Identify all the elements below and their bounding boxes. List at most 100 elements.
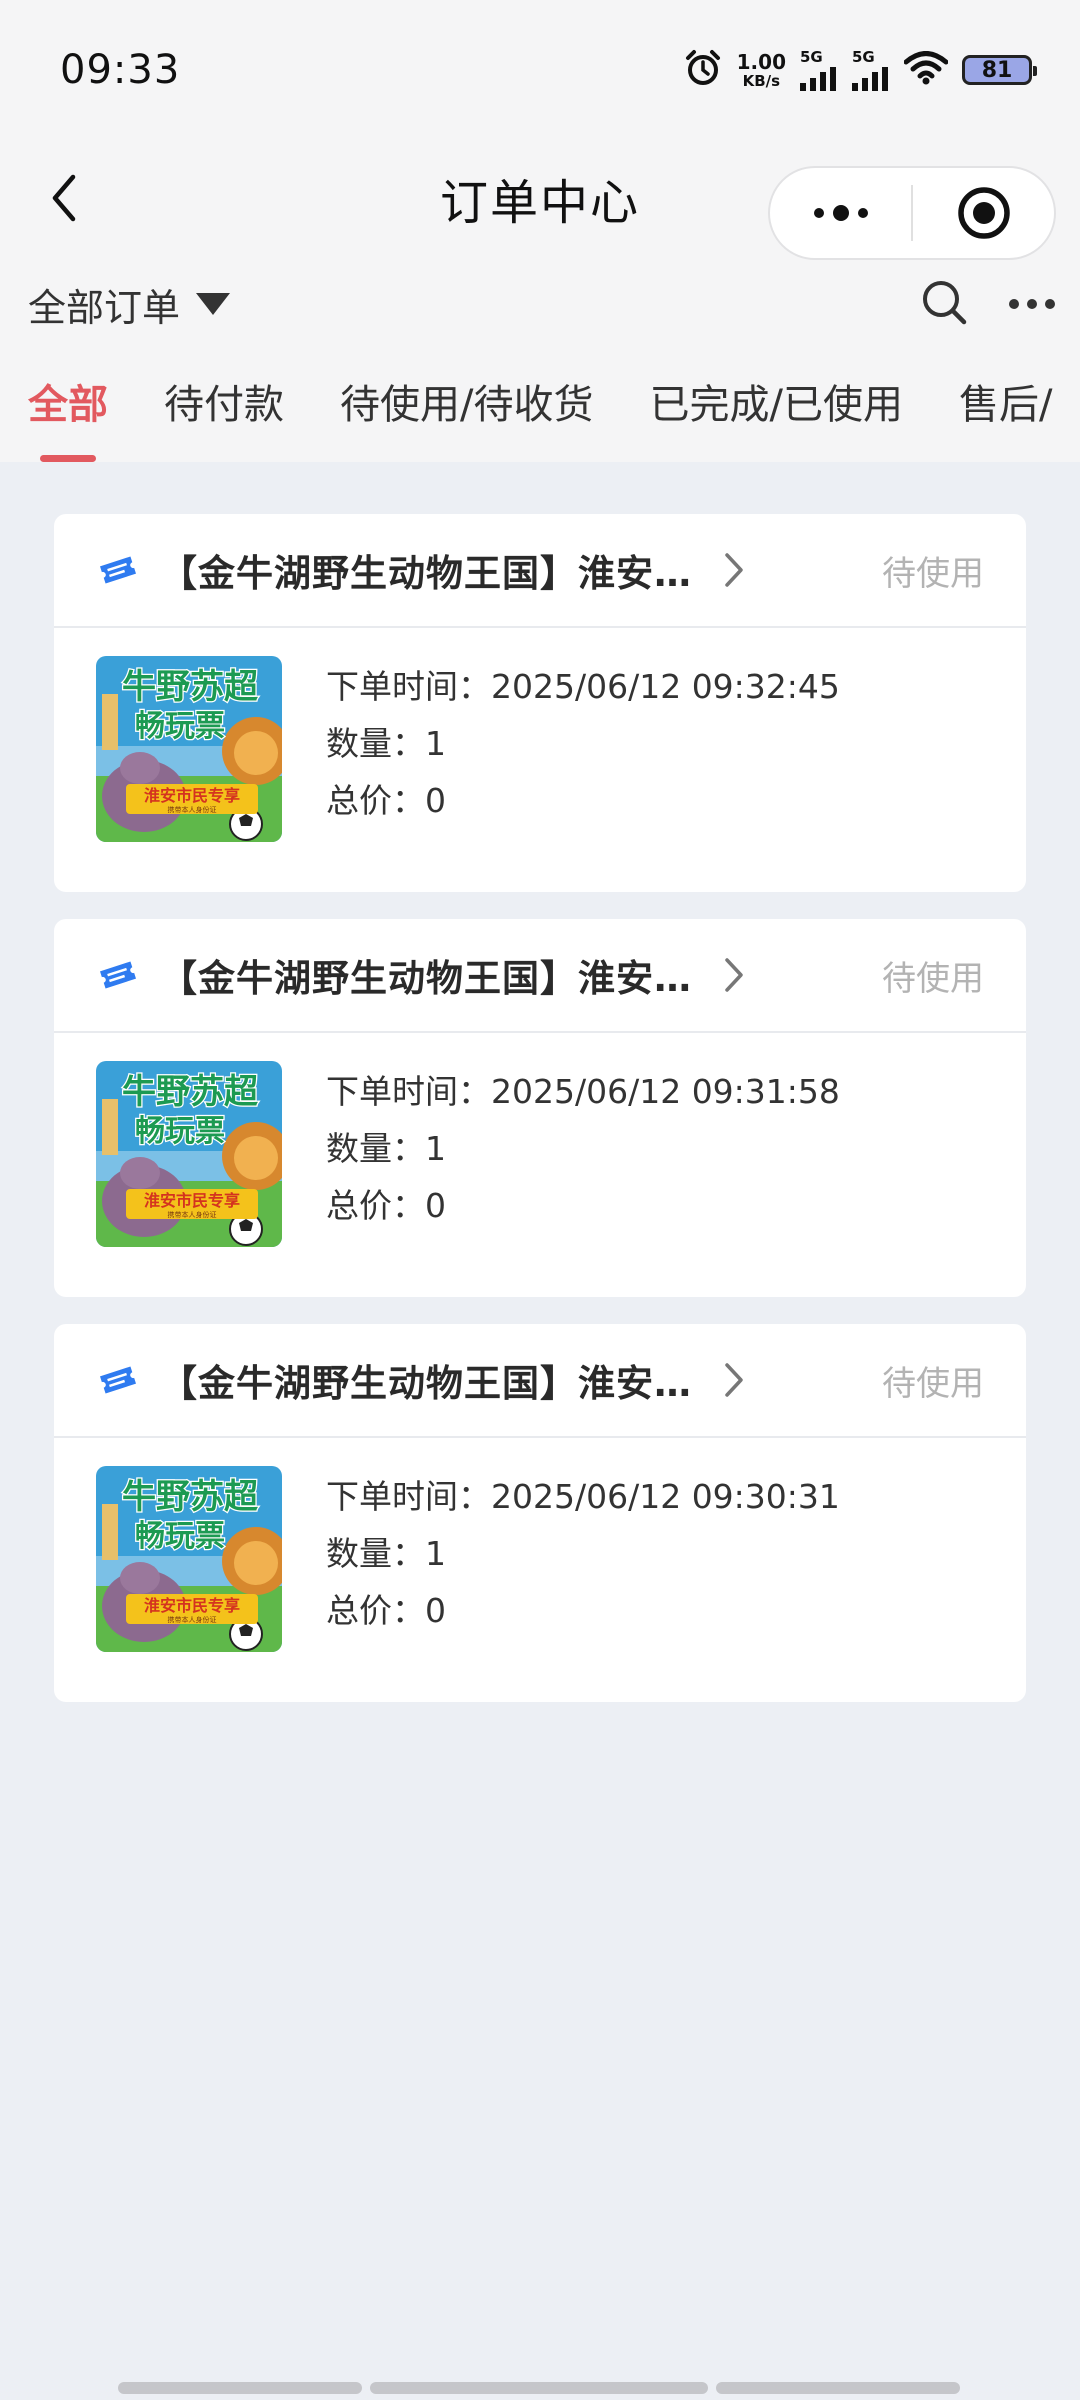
tab-pending-use[interactable]: 待使用/待收货	[340, 352, 593, 462]
order-total-row: 总价：0	[326, 772, 840, 829]
home-indicator-segment	[716, 2382, 960, 2394]
top-area: 09:33 1.00 KB/s 5G 5G 81 订单中心 全部订单 全部 待付…	[0, 0, 1080, 462]
product-thumbnail: 淮安市民专享 携带本人身份证 牛野苏超 畅玩票	[96, 1466, 282, 1652]
more-options-button[interactable]	[1008, 295, 1056, 314]
thumbnail-title-line2: 畅玩票	[135, 709, 225, 744]
network-speed: 1.00 KB/s	[737, 52, 786, 89]
order-status: 待使用	[882, 553, 984, 594]
thumbnail-title-line1: 牛野苏超	[122, 1477, 259, 1517]
order-time-row: 下单时间：2025/06/12 09:31:58	[326, 1063, 840, 1120]
thumbnail-banner-text: 淮安市民专享	[144, 786, 240, 805]
thumbnail-subtext: 携带本人身份证	[168, 1615, 217, 1624]
sim2-signal: 5G	[852, 47, 890, 91]
order-total-value: 0	[425, 781, 446, 820]
order-total-value: 0	[425, 1591, 446, 1630]
order-quantity-value: 1	[425, 724, 446, 763]
order-title: 【金牛湖野生动物王国】淮安市民专享	[160, 957, 706, 1000]
order-filter-dropdown[interactable]: 全部订单	[28, 277, 232, 332]
order-quantity-row: 数量：1	[326, 1525, 840, 1582]
home-indicator-segment	[370, 2382, 708, 2394]
search-icon	[923, 281, 967, 325]
sim1-signal: 5G	[800, 47, 838, 91]
status-time: 09:33	[60, 47, 181, 93]
filter-row: 全部订单	[0, 256, 1080, 352]
chevron-right-icon	[724, 550, 760, 590]
order-status: 待使用	[882, 1363, 984, 1404]
close-mini-program-button[interactable]	[913, 168, 1054, 258]
order-info: 下单时间：2025/06/12 09:30:31 数量：1 总价：0	[326, 1466, 840, 1652]
sim2-label: 5G	[852, 47, 875, 66]
battery-indicator: 81	[962, 55, 1037, 85]
signal-bars-icon	[800, 66, 836, 91]
order-card[interactable]: 【金牛湖野生动物王国】淮安市民专享 待使用	[54, 514, 1026, 892]
tab-pending-payment[interactable]: 待付款	[164, 352, 284, 462]
tab-completed[interactable]: 已完成/已使用	[649, 352, 902, 462]
ticket-icon	[96, 547, 142, 593]
order-time-row: 下单时间：2025/06/12 09:32:45	[326, 658, 840, 715]
record-target-icon	[957, 187, 1010, 239]
search-button[interactable]	[920, 278, 968, 330]
order-card[interactable]: 【金牛湖野生动物王国】淮安市民专享 待使用	[54, 1324, 1026, 1702]
order-total-label: 总价：	[326, 781, 425, 820]
order-total-row: 总价：0	[326, 1177, 840, 1234]
thumbnail-title-line2: 畅玩票	[135, 1114, 225, 1149]
ticket-icon	[96, 952, 142, 998]
order-card-body: 淮安市民专享 携带本人身份证 牛野苏超 畅玩票 下单时间：2025/06/12 …	[54, 1438, 1026, 1680]
more-dots-icon	[813, 205, 868, 221]
tab-after-sales[interactable]: 售后/	[959, 352, 1052, 462]
order-quantity-value: 1	[425, 1129, 446, 1168]
order-time-label: 下单时间：	[326, 1477, 491, 1516]
order-time-value: 2025/06/12 09:31:58	[491, 1072, 840, 1111]
order-quantity-label: 数量：	[326, 1129, 425, 1168]
order-info: 下单时间：2025/06/12 09:31:58 数量：1 总价：0	[326, 1061, 840, 1247]
nav-bar: 订单中心	[0, 140, 1080, 260]
back-button[interactable]	[36, 170, 92, 226]
order-quantity-label: 数量：	[326, 724, 425, 763]
wifi-icon	[903, 51, 949, 89]
order-card-header[interactable]: 【金牛湖野生动物王国】淮安市民专享 待使用	[54, 919, 1026, 1033]
order-title: 【金牛湖野生动物王国】淮安市民专享	[160, 552, 706, 595]
ellipsis-icon	[1009, 298, 1055, 309]
thumbnail-banner-text: 淮安市民专享	[144, 1191, 240, 1210]
order-card-body: 淮安市民专享 携带本人身份证 牛野苏超 畅玩票 下单时间：2025/06/12 …	[54, 628, 1026, 870]
order-card-header[interactable]: 【金牛湖野生动物王国】淮安市民专享 待使用	[54, 1324, 1026, 1438]
order-total-value: 0	[425, 1186, 446, 1225]
order-card[interactable]: 【金牛湖野生动物王国】淮安市民专享 待使用	[54, 919, 1026, 1297]
order-total-label: 总价：	[326, 1591, 425, 1630]
triangle-down-icon	[196, 293, 231, 315]
order-time-row: 下单时间：2025/06/12 09:30:31	[326, 1468, 840, 1525]
order-card-body: 淮安市民专享 携带本人身份证 牛野苏超 畅玩票 下单时间：2025/06/12 …	[54, 1033, 1026, 1275]
order-time-value: 2025/06/12 09:30:31	[491, 1477, 840, 1516]
home-indicator-segment	[118, 2382, 362, 2394]
tab-all[interactable]: 全部	[28, 352, 108, 462]
ticket-icon	[96, 1357, 142, 1403]
order-title: 【金牛湖野生动物王国】淮安市民专享	[160, 1362, 706, 1405]
order-info: 下单时间：2025/06/12 09:32:45 数量：1 总价：0	[326, 656, 840, 842]
order-total-label: 总价：	[326, 1186, 425, 1225]
chevron-right-icon	[724, 1360, 760, 1400]
network-speed-value: 1.00	[736, 49, 786, 74]
order-quantity-label: 数量：	[326, 1534, 425, 1573]
page-title: 订单中心	[439, 175, 640, 231]
status-bar: 09:33 1.00 KB/s 5G 5G 81	[0, 0, 1080, 140]
order-total-row: 总价：0	[326, 1582, 840, 1639]
product-thumbnail: 淮安市民专享 携带本人身份证 牛野苏超 畅玩票	[96, 1061, 282, 1247]
chevron-right-icon	[724, 955, 760, 995]
order-status: 待使用	[882, 958, 984, 999]
order-card-header[interactable]: 【金牛湖野生动物王国】淮安市民专享 待使用	[54, 514, 1026, 628]
thumbnail-title-line1: 牛野苏超	[122, 667, 259, 707]
thumbnail-subtext: 携带本人身份证	[168, 1210, 217, 1219]
order-time-value: 2025/06/12 09:32:45	[491, 667, 840, 706]
more-menu-button[interactable]	[770, 168, 911, 258]
status-icons: 1.00 KB/s 5G 5G 81	[683, 47, 1037, 92]
home-indicator[interactable]	[118, 2382, 962, 2394]
order-filter-label: 全部订单	[28, 285, 181, 330]
alarm-icon	[683, 48, 723, 92]
filter-actions	[920, 278, 1056, 330]
order-time-label: 下单时间：	[326, 667, 491, 706]
thumbnail-banner-text: 淮安市民专享	[144, 1596, 240, 1615]
order-list: 【金牛湖野生动物王国】淮安市民专享 待使用	[0, 462, 1080, 1702]
order-quantity-row: 数量：1	[326, 1120, 840, 1177]
order-status-tabs: 全部 待付款 待使用/待收货 已完成/已使用 售后/	[0, 352, 1080, 462]
sim1-label: 5G	[800, 47, 823, 66]
